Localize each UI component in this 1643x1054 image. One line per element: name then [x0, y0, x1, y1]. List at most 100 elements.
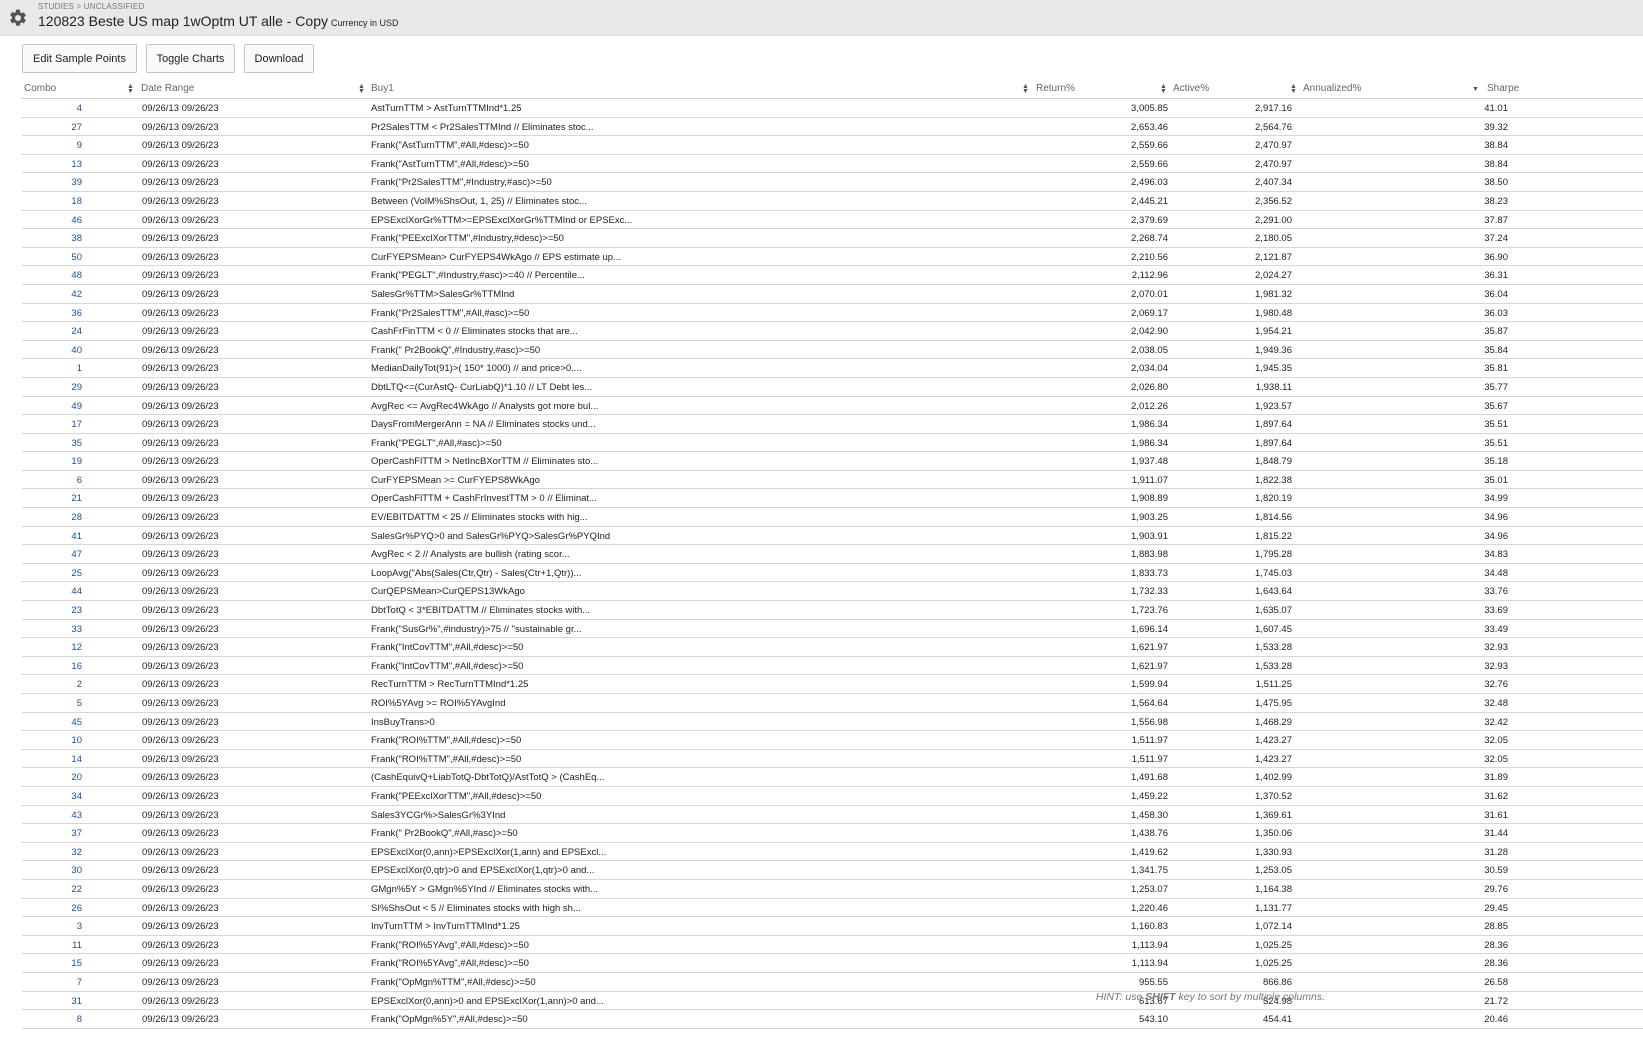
table-row[interactable]: 4 09/26/13 09/26/23 AstTurnTTM > AstTurnTT… — [22, 99, 1643, 118]
combo-cell[interactable]: 50 — [22, 252, 82, 263]
combo-cell[interactable]: 42 — [22, 289, 82, 300]
combo-cell[interactable]: 32 — [22, 847, 82, 858]
combo-cell[interactable]: 33 — [22, 624, 82, 635]
table-row[interactable]: 47 09/26/13 09/26/23 AvgRec < 2 // Analyst… — [22, 545, 1643, 564]
combo-cell[interactable]: 23 — [22, 605, 82, 616]
combo-cell[interactable]: 25 — [22, 568, 82, 579]
table-row[interactable]: 16 09/26/13 09/26/23 Frank("IntCovTTM",#Al… — [22, 657, 1643, 676]
combo-cell[interactable]: 29 — [22, 382, 82, 393]
table-row[interactable]: 8 09/26/13 09/26/23 Frank("OpMgn%5Y",#All,… — [22, 1010, 1643, 1029]
table-row[interactable]: 11 09/26/13 09/26/23 Frank("ROI%5YAvg",#Al… — [22, 936, 1643, 955]
sort-desc-icon[interactable]: ▼ — [1472, 86, 1479, 93]
combo-cell[interactable]: 3 — [22, 921, 82, 932]
combo-cell[interactable]: 27 — [22, 122, 82, 133]
column-header-active[interactable]: Active% — [1173, 83, 1209, 94]
table-row[interactable]: 43 09/26/13 09/26/23 Sales3YCGr%>SalesGr%3… — [22, 806, 1643, 825]
combo-cell[interactable]: 34 — [22, 791, 82, 802]
table-row[interactable]: 2 09/26/13 09/26/23 RecTurnTTM > RecTurnTT… — [22, 675, 1643, 694]
download-button[interactable]: Download — [244, 44, 314, 73]
table-row[interactable]: 6 09/26/13 09/26/23 CurFYEPSMean >= CurFYE… — [22, 471, 1643, 490]
combo-cell[interactable]: 40 — [22, 345, 82, 356]
combo-cell[interactable]: 7 — [22, 977, 82, 988]
combo-cell[interactable]: 28 — [22, 512, 82, 523]
table-row[interactable]: 17 09/26/13 09/26/23 DaysFromMergerAnn = N… — [22, 415, 1643, 434]
table-row[interactable]: 20 09/26/13 09/26/23 (CashEquivQ+LiabTotQ-… — [22, 768, 1643, 787]
combo-cell[interactable]: 8 — [22, 1014, 82, 1025]
column-header-annualized[interactable]: Annualized% — [1303, 83, 1361, 94]
table-row[interactable]: 42 09/26/13 09/26/23 SalesGr%TTM>SalesGr%T… — [22, 285, 1643, 304]
table-row[interactable]: 24 09/26/13 09/26/23 CashFrFinTTM < 0 // E… — [22, 322, 1643, 341]
table-row[interactable]: 33 09/26/13 09/26/23 Frank("SusGr%",#indus… — [22, 620, 1643, 639]
edit-sample-points-button[interactable]: Edit Sample Points — [22, 44, 137, 73]
table-row[interactable]: 32 09/26/13 09/26/23 EPSExclXor(0,ann)>EPS… — [22, 843, 1643, 862]
table-row[interactable]: 45 09/26/13 09/26/23 InsBuyTrans>0 1,556.98… — [22, 713, 1643, 732]
column-header-buy1[interactable]: Buy1 — [371, 83, 394, 94]
combo-cell[interactable]: 31 — [22, 996, 82, 1007]
table-row[interactable]: 35 09/26/13 09/26/23 Frank("PEGLT",#All,#a… — [22, 434, 1643, 453]
table-row[interactable]: 21 09/26/13 09/26/23 OperCashFlTTM + CashF… — [22, 489, 1643, 509]
table-row[interactable]: 41 09/26/13 09/26/23 SalesGr%PYQ>0 and Sal… — [22, 527, 1643, 546]
column-header-return[interactable]: Return% — [1036, 83, 1075, 94]
table-row[interactable]: 14 09/26/13 09/26/23 Frank("ROI%TTM",#All,… — [22, 750, 1643, 769]
combo-cell[interactable]: 38 — [22, 233, 82, 244]
table-row[interactable]: 28 09/26/13 09/26/23 EV/EBITDATTM < 25 // … — [22, 508, 1643, 527]
combo-cell[interactable]: 47 — [22, 549, 82, 560]
combo-cell[interactable]: 44 — [22, 586, 82, 597]
combo-cell[interactable]: 4 — [22, 103, 82, 114]
table-row[interactable]: 9 09/26/13 09/26/23 Frank("AstTurnTTM",#Al… — [22, 136, 1643, 155]
combo-cell[interactable]: 15 — [22, 958, 82, 969]
table-row[interactable]: 19 09/26/13 09/26/23 OperCashFlTTM > NetIn… — [22, 452, 1643, 471]
table-row[interactable]: 5 09/26/13 09/26/23 ROI%5YAvg >= ROI%5YAvg… — [22, 694, 1643, 713]
combo-cell[interactable]: 20 — [22, 772, 82, 783]
table-row[interactable]: 15 09/26/13 09/26/23 Frank("ROI%5YAvg",#Al… — [22, 954, 1643, 973]
combo-cell[interactable]: 37 — [22, 828, 82, 839]
table-row[interactable]: 34 09/26/13 09/26/23 Frank("PEExclXorTTM",… — [22, 787, 1643, 806]
sort-icon[interactable]: ▲ ▼ — [1290, 83, 1297, 95]
table-row[interactable]: 37 09/26/13 09/26/23 Frank(" Pr2BookQ",#Al… — [22, 824, 1643, 843]
breadcrumb[interactable]: STUDIES > UNCLASSIFIED — [38, 2, 144, 11]
table-row[interactable]: 12 09/26/13 09/26/23 Frank("IntCovTTM",#Al… — [22, 638, 1643, 657]
combo-cell[interactable]: 45 — [22, 717, 82, 728]
combo-cell[interactable]: 11 — [22, 940, 82, 951]
table-row[interactable]: 7 09/26/13 09/26/23 Frank("OpMgn%TTM",#All… — [22, 973, 1643, 992]
table-row[interactable]: 25 09/26/13 09/26/23 LoopAvg("Abs(Sales(Ct… — [22, 564, 1643, 583]
table-row[interactable]: 30 09/26/13 09/26/23 EPSExclXor(0,qtr)>0 a… — [22, 861, 1643, 880]
table-row[interactable]: 18 09/26/13 09/26/23 Between (VolM%ShsOut,… — [22, 192, 1643, 211]
table-row[interactable]: 44 09/26/13 09/26/23 CurQEPSMean>CurQEPS13… — [22, 582, 1643, 602]
column-header-sharpe[interactable]: Sharpe — [1487, 83, 1519, 94]
table-row[interactable]: 23 09/26/13 09/26/23 DbtTotQ < 3*EBITDATTM… — [22, 601, 1643, 620]
combo-cell[interactable]: 19 — [22, 456, 82, 467]
combo-cell[interactable]: 17 — [22, 419, 82, 430]
sort-icon[interactable]: ▲ ▼ — [358, 83, 365, 95]
table-row[interactable]: 13 09/26/13 09/26/23 Frank("AstTurnTTM",#A… — [22, 155, 1643, 174]
combo-cell[interactable]: 12 — [22, 642, 82, 653]
combo-cell[interactable]: 2 — [22, 679, 82, 690]
table-row[interactable]: 31 09/26/13 09/26/23 EPSExclXor(0,ann)>0 a… — [22, 992, 1643, 1011]
combo-cell[interactable]: 35 — [22, 438, 82, 449]
column-header-combo[interactable]: Combo — [24, 83, 56, 94]
combo-cell[interactable]: 9 — [22, 140, 82, 151]
combo-cell[interactable]: 14 — [22, 754, 82, 765]
sort-icon[interactable]: ▲ ▼ — [1022, 83, 1029, 95]
table-row[interactable]: 38 09/26/13 09/26/23 Frank("PEExclXorTTM",… — [22, 229, 1643, 248]
combo-cell[interactable]: 24 — [22, 326, 82, 337]
table-row[interactable]: 50 09/26/13 09/26/23 CurFYEPSMean> CurFYEP… — [22, 248, 1643, 267]
sort-icon[interactable]: ▲ ▼ — [1160, 83, 1167, 95]
table-row[interactable]: 40 09/26/13 09/26/23 Frank(" Pr2BookQ",#In… — [22, 341, 1643, 360]
combo-cell[interactable]: 6 — [22, 475, 82, 486]
table-row[interactable]: 3 09/26/13 09/26/23 InvTurnTTM > InvTurnTT… — [22, 917, 1643, 936]
toggle-charts-button[interactable]: Toggle Charts — [146, 44, 235, 73]
combo-cell[interactable]: 48 — [22, 270, 82, 281]
table-row[interactable]: 49 09/26/13 09/26/23 AvgRec <= AvgRec4WkAg… — [22, 397, 1643, 416]
table-row[interactable]: 39 09/26/13 09/26/23 Frank("Pr2SalesTTM",#… — [22, 173, 1643, 192]
combo-cell[interactable]: 26 — [22, 903, 82, 914]
combo-cell[interactable]: 5 — [22, 698, 82, 709]
table-row[interactable]: 22 09/26/13 09/26/23 GMgn%5Y > GMgn%5YInd … — [22, 880, 1643, 899]
combo-cell[interactable]: 1 — [22, 363, 82, 374]
table-row[interactable]: 10 09/26/13 09/26/23 Frank("ROI%TTM",#All,… — [22, 731, 1643, 750]
combo-cell[interactable]: 46 — [22, 215, 82, 226]
table-row[interactable]: 36 09/26/13 09/26/23 Frank("Pr2SalesTTM",#… — [22, 304, 1643, 323]
combo-cell[interactable]: 49 — [22, 401, 82, 412]
table-row[interactable]: 27 09/26/13 09/26/23 Pr2SalesTTM < Pr2Sale… — [22, 118, 1643, 137]
sort-icon[interactable]: ▲ ▼ — [127, 83, 134, 95]
